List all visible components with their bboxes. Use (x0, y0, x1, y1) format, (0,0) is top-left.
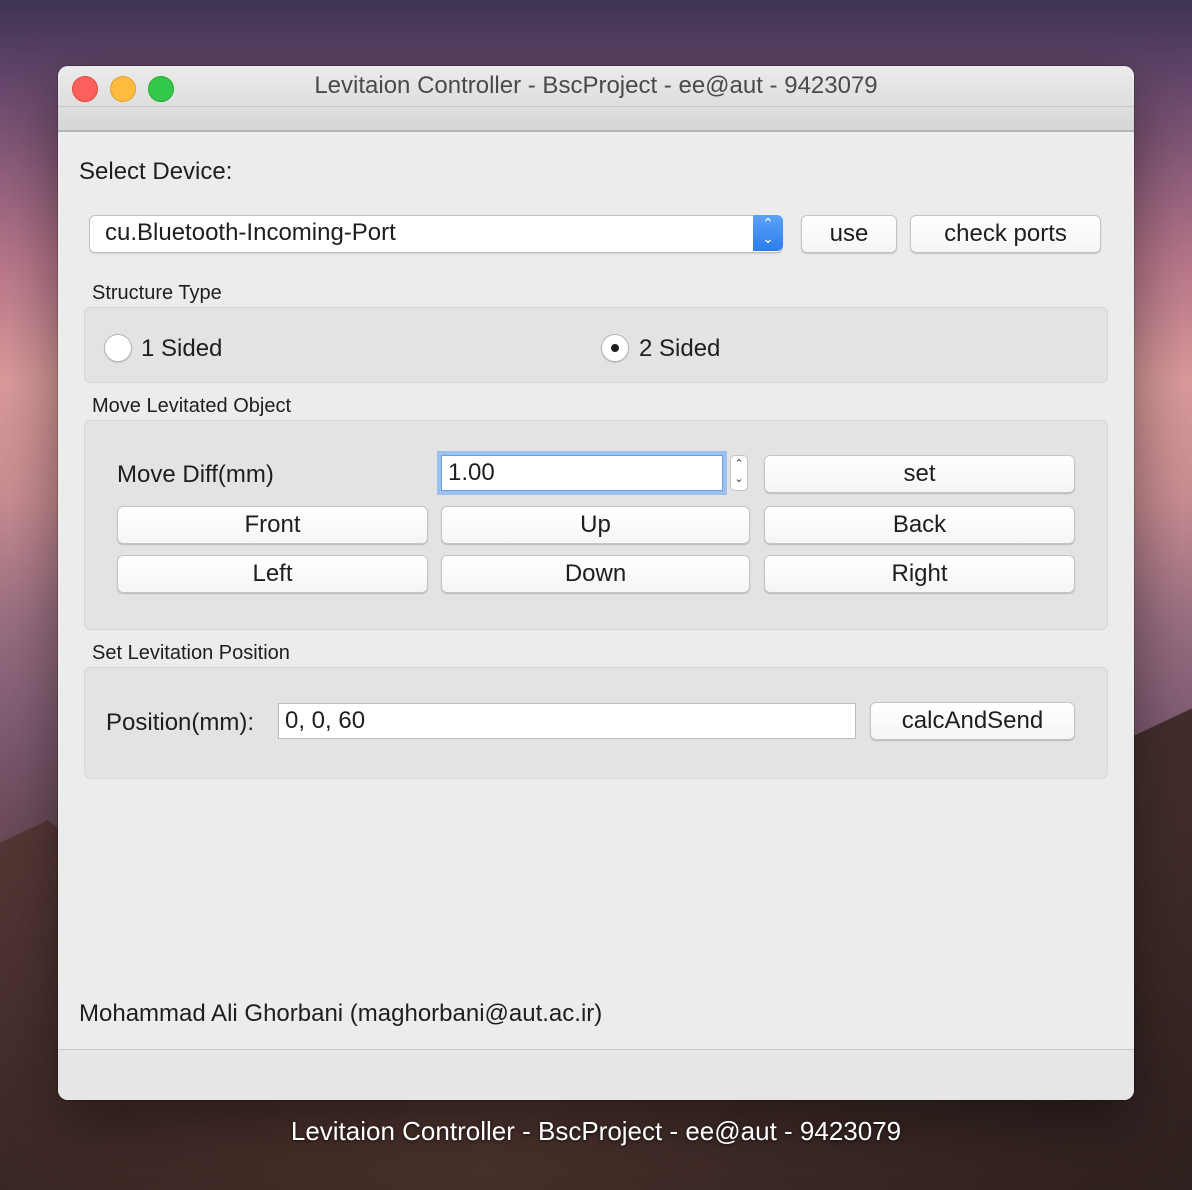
move-diff-stepper[interactable]: ⌃ ⌄ (730, 455, 748, 491)
window-caption: Levitaion Controller - BscProject - ee@a… (290, 1116, 902, 1146)
window-title: Levitaion Controller - BscProject - ee@a… (314, 72, 878, 99)
select-device-label: Select Device: (79, 158, 233, 185)
structure-type-group: 1 Sided 2 Sided (84, 307, 1108, 383)
radio-2-sided-label[interactable]: 2 Sided (639, 335, 720, 363)
radio-selected-dot-icon (611, 344, 619, 352)
check-ports-button[interactable]: check ports (910, 215, 1101, 253)
structure-type-title: Structure Type (92, 282, 222, 304)
move-diff-label: Move Diff(mm) (117, 461, 274, 488)
levitation-position-title: Set Levitation Position (92, 642, 290, 664)
radio-1-sided[interactable] (104, 334, 132, 362)
levitation-position-group: Position(mm): 0, 0, 60 calcAndSend (84, 667, 1108, 779)
author-label: Mohammad Ali Ghorbani (maghorbani@aut.ac… (79, 1000, 603, 1027)
up-button[interactable]: Up (441, 506, 750, 544)
stepper-up-icon[interactable]: ⌃ (731, 456, 747, 471)
calc-and-send-button[interactable]: calcAndSend (870, 702, 1075, 740)
radio-1-sided-label[interactable]: 1 Sided (141, 335, 222, 363)
position-input[interactable]: 0, 0, 60 (278, 703, 856, 739)
status-bar (58, 1050, 1134, 1100)
title-bar-separator (58, 106, 1134, 107)
position-label: Position(mm): (106, 709, 255, 736)
down-button[interactable]: Down (441, 555, 750, 593)
radio-2-sided[interactable] (601, 334, 629, 362)
front-button[interactable]: Front (117, 506, 428, 544)
stepper-down-icon[interactable]: ⌄ (731, 471, 747, 486)
port-select[interactable]: cu.Bluetooth-Incoming-Port ⌃ ⌄ (89, 215, 783, 253)
back-button[interactable]: Back (764, 506, 1075, 544)
left-button[interactable]: Left (117, 555, 428, 593)
right-button[interactable]: Right (764, 555, 1075, 593)
app-window: Levitaion Controller - BscProject - ee@a… (58, 66, 1134, 1100)
use-button[interactable]: use (801, 215, 897, 253)
port-select-value: cu.Bluetooth-Incoming-Port (105, 219, 396, 246)
chevron-up-down-icon[interactable]: ⌃ ⌄ (753, 215, 783, 251)
move-object-title: Move Levitated Object (92, 395, 291, 417)
move-object-group: Move Diff(mm) 1.00 ⌃ ⌄ set Front Up Back… (84, 420, 1108, 630)
move-diff-input[interactable]: 1.00 (441, 455, 723, 491)
set-button[interactable]: set (764, 455, 1075, 493)
title-bar[interactable]: Levitaion Controller - BscProject - ee@a… (58, 66, 1134, 132)
